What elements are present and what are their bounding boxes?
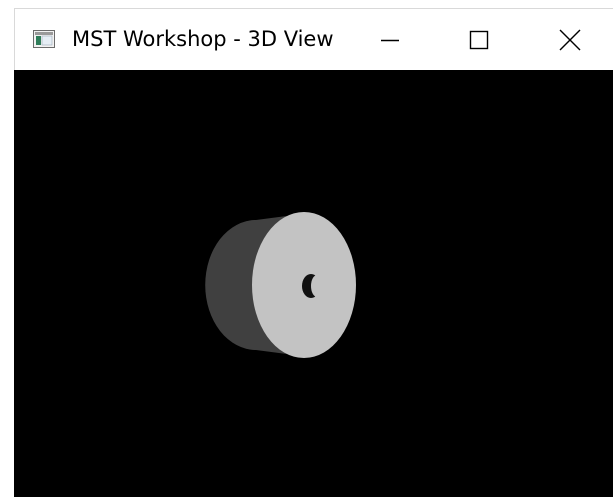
center-hole (302, 274, 323, 298)
close-icon (559, 29, 581, 51)
minimize-button[interactable] (367, 17, 413, 63)
3d-viewport[interactable] (14, 70, 613, 497)
cylinder-object (205, 212, 356, 358)
3d-scene (14, 70, 613, 497)
maximize-button[interactable] (456, 17, 502, 63)
close-button[interactable] (547, 17, 593, 63)
minimize-icon (380, 30, 400, 50)
title-bar[interactable]: MST Workshop - 3D View (14, 8, 613, 70)
window-left-edge (0, 0, 14, 497)
maximize-icon (469, 30, 489, 50)
window-title: MST Workshop - 3D View (72, 27, 334, 51)
app-window: MST Workshop - 3D View (0, 0, 613, 497)
app-window-icon[interactable] (33, 30, 55, 48)
